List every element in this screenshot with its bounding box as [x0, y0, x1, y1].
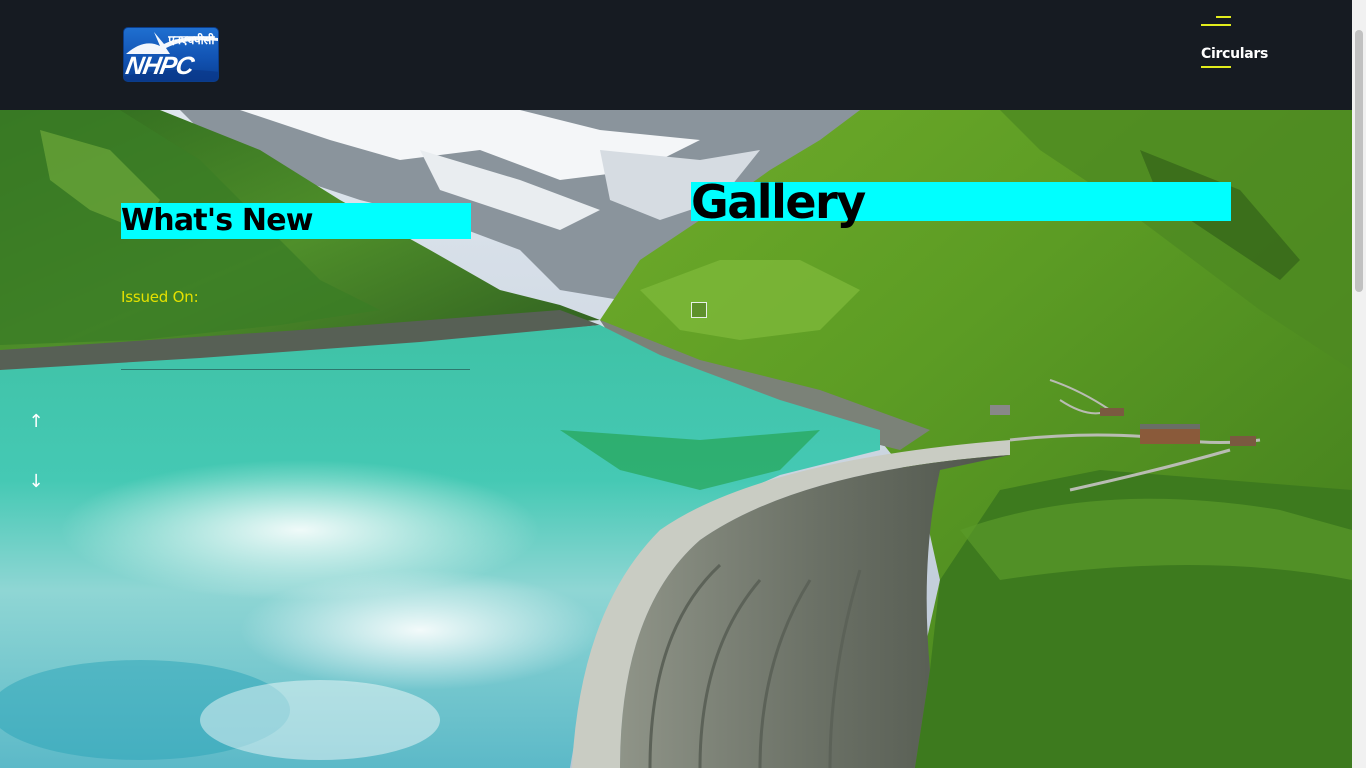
- logo-wordmark: NHPC: [123, 52, 196, 80]
- whats-new-divider: [121, 369, 470, 370]
- logo-hindi-text: एनएचपीसी: [168, 33, 214, 47]
- gallery-slide-indicator[interactable]: [691, 302, 707, 318]
- gallery-title: Gallery: [691, 179, 1231, 225]
- scrollbar-thumb[interactable]: [1355, 30, 1363, 292]
- circulars-link[interactable]: Circulars: [1199, 16, 1269, 70]
- scroll-up-arrow-icon[interactable]: ↑: [26, 411, 46, 433]
- issued-on-label: Issued On:: [121, 288, 199, 306]
- circulars-underline: [1201, 66, 1231, 68]
- whats-new-title: What's New: [121, 203, 471, 239]
- page-scrollbar[interactable]: [1352, 0, 1366, 768]
- site-header: एनएचपीसी NHPC Circulars: [0, 0, 1352, 110]
- scroll-down-arrow-icon[interactable]: ↓: [26, 471, 46, 493]
- nhpc-logo[interactable]: एनएचपीसी NHPC: [123, 27, 219, 82]
- circulars-top-line: [1201, 16, 1231, 26]
- circulars-label: Circulars: [1201, 46, 1269, 62]
